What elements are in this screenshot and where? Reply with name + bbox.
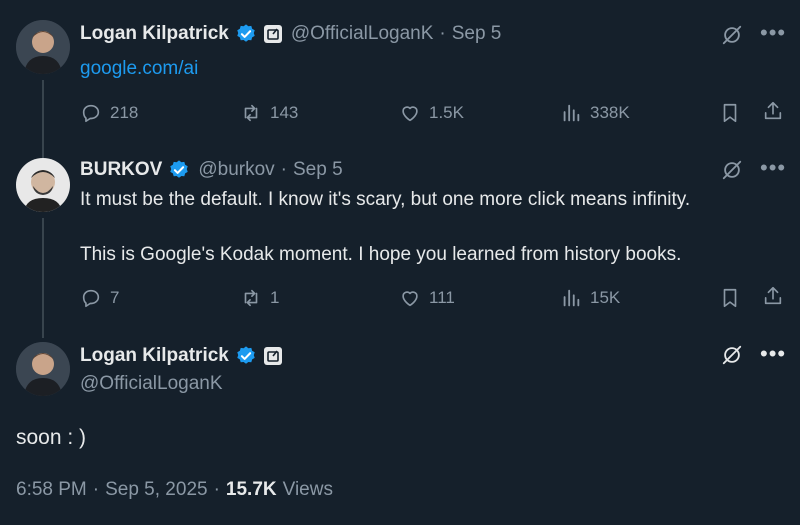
like-icon [402,106,418,122]
views-icon [563,289,580,307]
grok-button[interactable] [721,344,743,371]
verified-badge-icon [237,346,255,364]
separator: · [439,23,446,44]
avatar[interactable] [16,20,70,74]
avatar[interactable] [16,158,70,212]
tweet-text-line: It must be the default. I know it's scar… [80,189,691,210]
avatar-photo [16,158,70,212]
tweet-text: soon : ) [16,426,87,449]
thread-line [42,218,44,338]
views-label: Views [282,479,333,500]
more-icon[interactable]: ••• [760,22,786,44]
like-icon [402,291,418,307]
retweet-icon [244,289,258,307]
author-name[interactable]: Logan Kilpatrick [80,23,229,45]
grok-icon [722,160,742,180]
bookmark-button[interactable] [719,287,741,314]
retweet-count: 143 [270,103,299,122]
tweet-text-line: This is Google's Kodak moment. I hope yo… [80,244,682,265]
retweet-button[interactable]: 1 [240,287,279,309]
bookmark-button[interactable] [719,102,741,129]
tweet-date[interactable]: Sep 5 [452,23,502,45]
affiliate-badge-icon [263,25,282,43]
views-count: 15K [590,288,621,307]
share-button[interactable] [762,100,784,127]
author-handle[interactable]: @OfficialLoganK [80,373,223,395]
author-handle[interactable]: @OfficialLoganK [291,23,434,45]
reply-count: 218 [110,103,139,122]
separator: · [280,159,287,180]
retweet-icon [244,104,258,122]
like-button[interactable]: 1.5K [399,102,464,124]
reply-button[interactable]: 218 [80,102,138,124]
author-name[interactable]: Logan Kilpatrick [80,345,229,367]
tweet-date[interactable]: Sep 5, 2025 [105,479,207,501]
share-icon [764,101,782,120]
bookmark-icon [723,288,737,308]
avatar-photo [16,20,70,74]
like-count: 111 [429,288,455,307]
retweet-count: 1 [270,288,280,307]
avatar[interactable] [16,342,70,396]
tweet-time[interactable]: 6:58 PM [16,479,87,501]
tweet-link[interactable]: google.com/ai [80,58,198,80]
share-icon [764,286,782,305]
tweet2-header: BURKOV @burkov · Sep 5 [80,159,343,181]
avatar-photo [16,342,70,396]
grok-button[interactable] [721,159,743,186]
separator: · [213,479,220,500]
tweet1-header: Logan Kilpatrick @OfficialLoganK · Sep 5 [80,23,501,45]
grok-button[interactable] [721,24,743,51]
views-count: 15.7K [225,479,277,500]
reply-button[interactable]: 7 [80,287,119,309]
reply-icon [82,104,100,123]
views-icon [563,104,580,122]
like-button[interactable]: 111 [399,287,455,309]
verified-badge-icon [170,160,189,178]
reply-icon [82,289,100,308]
tweet-date[interactable]: Sep 5 [293,159,343,181]
retweet-button[interactable]: 143 [240,102,298,124]
verified-badge-icon [237,24,255,42]
bookmark-icon [723,103,737,123]
share-button[interactable] [762,285,784,312]
like-count: 1.5K [429,103,464,122]
affiliate-badge-icon [263,347,282,365]
separator: · [92,479,100,500]
author-handle[interactable]: @burkov [198,159,274,181]
more-icon[interactable]: ••• [760,343,786,365]
views-count: 338K [590,103,630,122]
author-name[interactable]: BURKOV [80,159,162,181]
reply-count: 7 [110,288,120,307]
thread-line [42,80,44,158]
more-icon[interactable]: ••• [760,157,786,179]
grok-icon [722,25,742,45]
main-header: Logan Kilpatrick [80,345,283,367]
grok-icon [722,345,742,365]
views-button[interactable]: 338K [560,102,630,124]
tweet-meta: 6:58 PM · Sep 5, 2025 · 15.7K Views [16,479,333,501]
views-button[interactable]: 15K [560,287,620,309]
